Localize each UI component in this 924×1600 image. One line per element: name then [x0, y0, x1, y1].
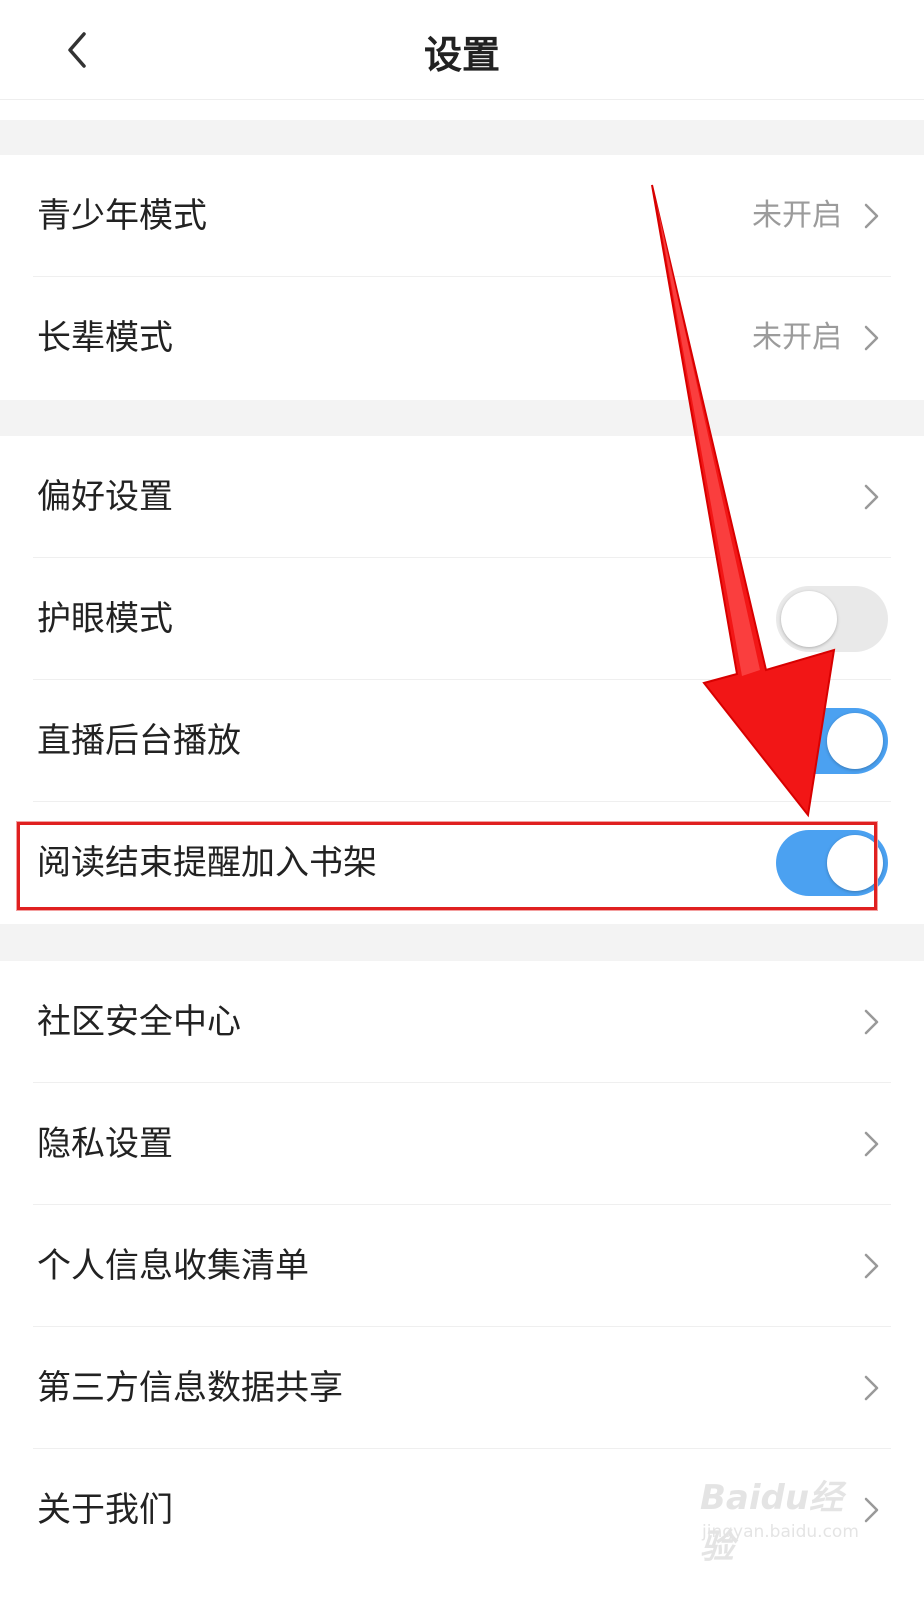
privacy-settings-row[interactable]: 隐私设置 — [0, 1083, 924, 1205]
watermark-brand: Baidu经验 — [700, 1478, 844, 1567]
community-safety-row[interactable]: 社区安全中心 — [0, 961, 924, 1083]
row-label: 青少年模式 — [37, 196, 207, 236]
row-status: 未开启 — [752, 320, 842, 355]
chevron-right-icon — [864, 203, 879, 229]
bookshelf-reminder-toggle[interactable] — [776, 830, 888, 896]
toggle-knob — [781, 591, 837, 647]
watermark-url: jingyan.baidu.com — [702, 1522, 859, 1542]
section-gap — [0, 400, 924, 436]
chevron-right-icon — [864, 325, 879, 351]
toggle-knob — [827, 713, 883, 769]
row-label: 个人信息收集清单 — [37, 1246, 309, 1286]
section-gap — [0, 924, 924, 961]
third-party-sharing-row[interactable]: 第三方信息数据共享 — [0, 1327, 924, 1449]
page-title: 设置 — [423, 33, 500, 77]
toggle-knob — [827, 835, 883, 891]
eye-care-toggle[interactable] — [776, 586, 888, 652]
bookshelf-reminder-row: 阅读结束提醒加入书架 — [0, 802, 924, 924]
personal-info-list-row[interactable]: 个人信息收集清单 — [0, 1205, 924, 1327]
eye-care-mode-row: 护眼模式 — [0, 558, 924, 680]
row-label: 隐私设置 — [37, 1124, 173, 1164]
row-status: 未开启 — [752, 198, 842, 233]
row-label: 阅读结束提醒加入书架 — [37, 843, 377, 883]
row-label: 直播后台播放 — [37, 721, 241, 761]
live-background-play-toggle[interactable] — [776, 708, 888, 774]
row-label: 长辈模式 — [37, 318, 173, 358]
row-label: 偏好设置 — [37, 477, 173, 517]
settings-section-modes: 青少年模式 未开启 长辈模式 未开启 — [0, 155, 924, 399]
chevron-right-icon — [864, 484, 879, 510]
row-label: 第三方信息数据共享 — [37, 1368, 343, 1408]
baidu-watermark: Baidu经验 jingyan.baidu.com — [694, 1464, 864, 1567]
teen-mode-row[interactable]: 青少年模式 未开启 — [0, 155, 924, 277]
chevron-right-icon — [864, 1131, 879, 1157]
live-background-play-row: 直播后台播放 — [0, 680, 924, 802]
row-label: 社区安全中心 — [37, 1002, 241, 1042]
chevron-right-icon — [864, 1009, 879, 1035]
section-gap — [0, 120, 924, 155]
top-bar: 设置 — [0, 0, 924, 100]
chevron-right-icon — [864, 1253, 879, 1279]
settings-section-reading: 偏好设置 护眼模式 直播后台播放 阅读结束提醒加入书架 — [0, 436, 924, 924]
elder-mode-row[interactable]: 长辈模式 未开启 — [0, 277, 924, 399]
chevron-right-icon — [864, 1497, 879, 1523]
row-label: 护眼模式 — [37, 599, 173, 639]
chevron-right-icon — [864, 1375, 879, 1401]
row-label: 关于我们 — [37, 1490, 173, 1530]
preference-settings-row[interactable]: 偏好设置 — [0, 436, 924, 558]
